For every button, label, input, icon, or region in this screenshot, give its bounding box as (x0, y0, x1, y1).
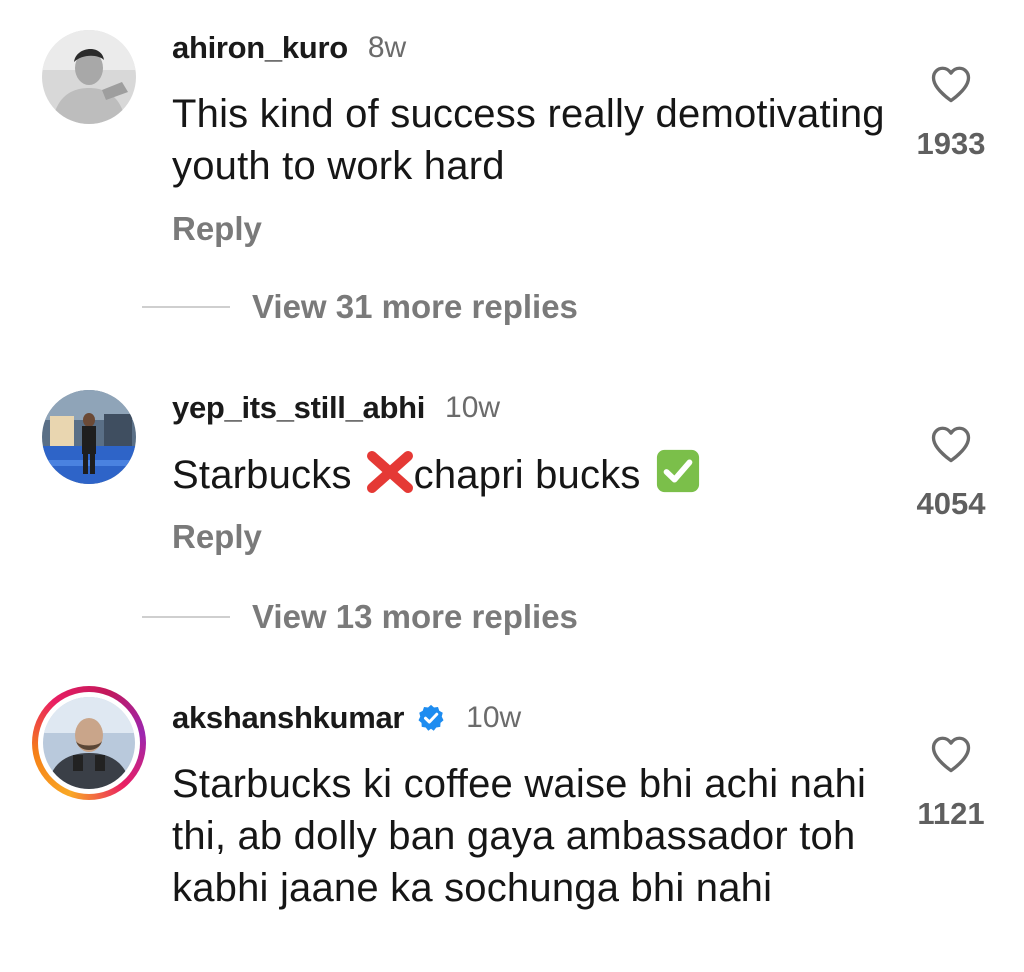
comment-text-part: Starbucks (172, 453, 352, 497)
username[interactable]: akshanshkumar (172, 700, 404, 736)
username[interactable]: yep_its_still_abhi (172, 390, 425, 426)
like-count: 1121 (917, 796, 985, 831)
check-mark-emoji-icon (656, 449, 699, 493)
avatar (43, 697, 135, 789)
like-control: 4054 (896, 424, 1006, 522)
avatar-photo-icon (42, 30, 136, 124)
view-more-replies[interactable]: View 13 more replies (142, 598, 578, 636)
avatar[interactable] (42, 30, 136, 124)
like-count: 4054 (916, 486, 986, 521)
comment-header: ahiron_kuro 8w (172, 28, 406, 68)
avatar-photo-icon (43, 697, 135, 789)
comment-header: yep_its_still_abhi 10w (172, 388, 500, 428)
reply-button[interactable]: Reply (172, 518, 262, 556)
like-control: 1121 (896, 734, 1006, 832)
like-control: 1933 (896, 64, 1006, 162)
comment-text-part: chapri bucks (413, 453, 641, 497)
view-more-replies[interactable]: View 31 more replies (142, 288, 578, 326)
heart-icon[interactable] (930, 424, 972, 464)
verified-badge-icon (418, 704, 444, 731)
view-more-replies-label: View 31 more replies (252, 288, 578, 325)
comment-header: akshanshkumar 10w (172, 698, 521, 738)
avatar-photo-icon (42, 390, 136, 484)
comment-text: Starbucks chapri bucks (172, 448, 892, 501)
view-more-replies-label: View 13 more replies (252, 598, 578, 635)
reply-button[interactable]: Reply (172, 210, 262, 248)
divider (142, 616, 230, 618)
divider (142, 306, 230, 308)
timestamp: 8w (367, 31, 407, 64)
cross-mark-emoji-icon (366, 451, 413, 493)
timestamp: 10w (445, 391, 501, 424)
timestamp: 10w (466, 701, 522, 734)
like-count: 1933 (916, 126, 986, 161)
username[interactable]: ahiron_kuro (172, 30, 348, 66)
heart-icon[interactable] (930, 64, 972, 104)
comment-text: Starbucks ki coffee waise bhi achi nahi … (172, 762, 867, 910)
avatar[interactable] (42, 390, 136, 484)
comment-text: This kind of success really demotivating… (172, 92, 885, 188)
heart-icon[interactable] (930, 734, 972, 774)
story-ring-avatar[interactable] (32, 686, 146, 800)
